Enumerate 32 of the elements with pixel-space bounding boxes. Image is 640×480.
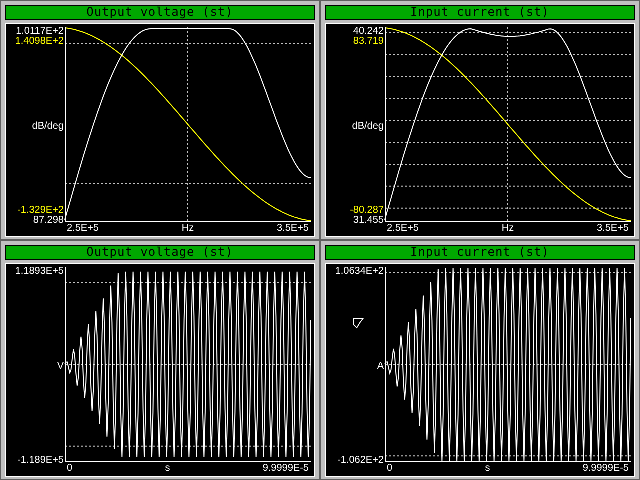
axis-value: 1.4098E+2 <box>15 37 64 47</box>
axis-value: 9.9999E-5 <box>582 463 629 476</box>
axis-unit: dB/deg <box>352 122 384 132</box>
axis-value: -80.287 <box>350 206 384 216</box>
axis-value: 3.5E+5 <box>597 223 629 236</box>
axis-value: s <box>485 463 490 476</box>
axis-value: -1.062E+2 <box>338 456 384 466</box>
axis-value: Hz <box>502 223 514 236</box>
axis-value: -1.189E+5 <box>18 456 64 466</box>
axis-value: 40.242 <box>353 27 384 37</box>
axis-value: 0 <box>387 463 393 476</box>
axis-value: 87.298 <box>33 216 64 226</box>
axis-value: 1.0117E+2 <box>16 27 64 37</box>
panel-title: Output voltage (st) <box>5 5 315 20</box>
axis-value: 2.5E+5 <box>67 223 99 236</box>
axis-value: 3.5E+5 <box>277 223 309 236</box>
panel-title: Output voltage (st) <box>5 245 315 260</box>
axis-value: 9.9999E-5 <box>262 463 309 476</box>
axis-value: 31.455 <box>353 216 384 226</box>
axis-value: 1.0634E+2 <box>335 267 384 277</box>
panel-title: Input current (st) <box>325 245 635 260</box>
axis-value: -1.329E+2 <box>18 206 64 216</box>
axis-value: 83.719 <box>353 37 384 47</box>
axis-value: Hz <box>182 223 194 236</box>
panel-title: Input current (st) <box>325 5 635 20</box>
axis-value: 1.1893E+5 <box>15 267 64 277</box>
axis-value: 2.5E+5 <box>387 223 419 236</box>
axis-unit: dB/deg <box>32 122 64 132</box>
axis-unit: V <box>57 362 64 372</box>
axis-value: s <box>165 463 170 476</box>
axis-unit: A <box>377 362 384 372</box>
axis-value: 0 <box>67 463 73 476</box>
